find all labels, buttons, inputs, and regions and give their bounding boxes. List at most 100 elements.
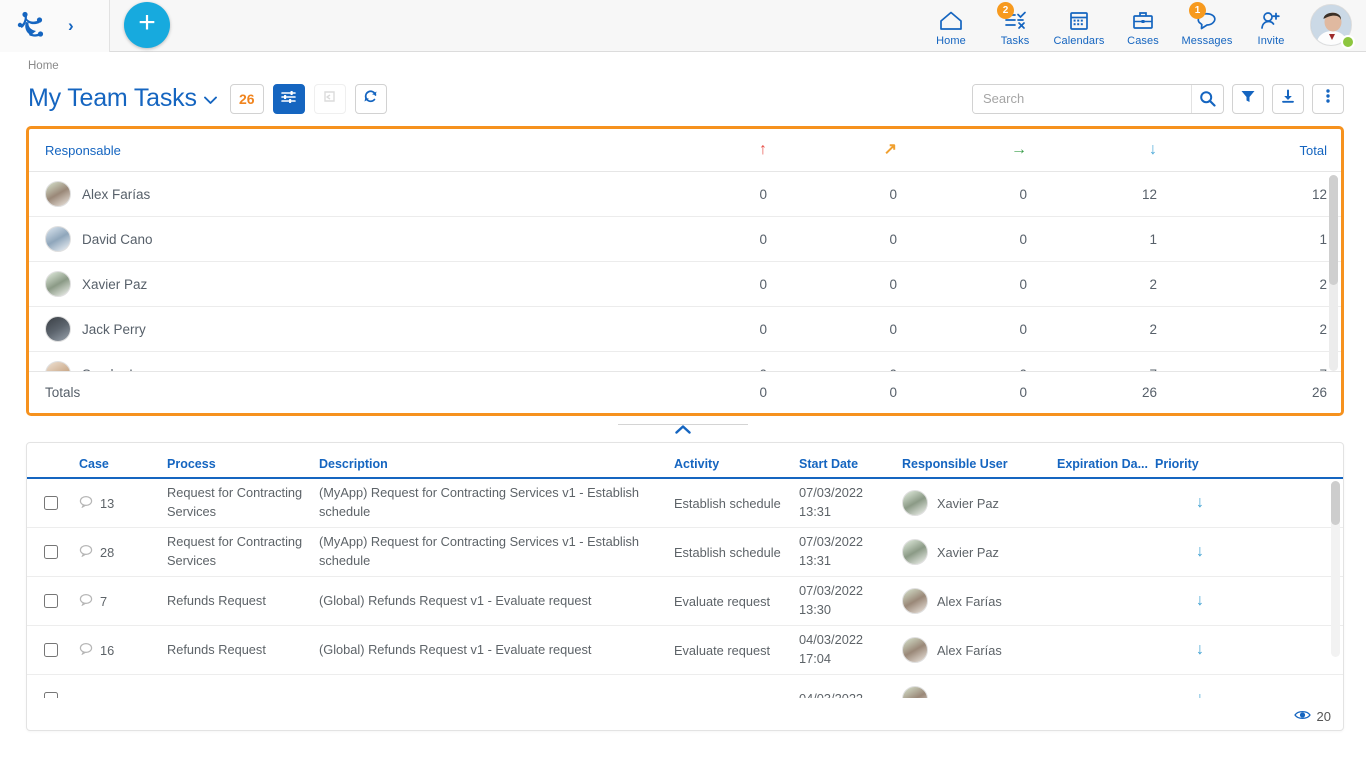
user-avatar[interactable]: [1310, 4, 1356, 50]
description-cell: (MyApp) Request for Contracting Services…: [319, 533, 674, 570]
arrow-down-blue-icon: ↓: [1149, 142, 1157, 158]
create-new-button[interactable]: +: [124, 2, 170, 48]
task-list-scrollbar-thumb[interactable]: [1331, 481, 1340, 525]
nav-item-invite[interactable]: Invite: [1240, 2, 1302, 47]
row-checkbox-cell[interactable]: [27, 692, 75, 698]
summary-col-high[interactable]: ↗: [767, 142, 897, 158]
breadcrumb[interactable]: Home: [0, 52, 1366, 72]
table-row[interactable]: 7 Refunds Request (Global) Refunds Reque…: [27, 577, 1343, 626]
avatar: [902, 490, 928, 516]
row-checkbox-cell[interactable]: [27, 643, 75, 657]
table-row[interactable]: 28 Request for Contracting Services (MyA…: [27, 528, 1343, 577]
more-options-button[interactable]: [1312, 84, 1344, 114]
search-input[interactable]: [973, 85, 1191, 113]
sliders-icon: [280, 89, 297, 109]
responsable-name: David Cano: [82, 232, 153, 247]
priority-cell: ↓: [1155, 494, 1245, 512]
download-icon: [1280, 89, 1296, 109]
case-id: 7: [100, 594, 107, 609]
start-date: 07/03/2022: [799, 533, 902, 552]
row-checkbox[interactable]: [44, 545, 58, 559]
table-row[interactable]: Xavier Paz 0 0 0 2 2: [29, 262, 1341, 307]
cell-normal: 0: [897, 187, 1027, 202]
col-responsible-user[interactable]: Responsible User: [902, 457, 1057, 471]
col-priority[interactable]: Priority: [1155, 457, 1245, 471]
refresh-button[interactable]: [355, 84, 387, 114]
avatar: [902, 637, 928, 663]
priority-cell: ↓: [1155, 592, 1245, 610]
row-checkbox[interactable]: [44, 496, 58, 510]
col-description[interactable]: Description: [319, 457, 674, 471]
nav-item-cases[interactable]: Cases: [1112, 2, 1174, 47]
search-button[interactable]: [1191, 84, 1223, 114]
cell-urgent: 0: [637, 187, 767, 202]
table-row[interactable]: Jack Perry 0 0 0 2 2: [29, 307, 1341, 352]
summary-header-row: Responsable ↑ ↗ → ↓ Total: [29, 129, 1341, 172]
summary-col-low[interactable]: ↓: [1027, 142, 1157, 158]
bizagi-logo-icon[interactable]: [14, 9, 48, 43]
table-row[interactable]: 04/03/2022 ↓: [27, 675, 1343, 698]
nav-item-calendars[interactable]: Calendars: [1048, 2, 1110, 47]
process-cell: Refunds Request: [167, 641, 319, 660]
summary-col-urgent[interactable]: ↑: [637, 142, 767, 158]
start-time: 13:30: [799, 601, 902, 620]
filter-settings-button[interactable]: [273, 84, 305, 114]
export-button[interactable]: [1272, 84, 1304, 114]
table-row[interactable]: David Cano 0 0 0 1 1: [29, 217, 1341, 262]
cell-high: 0: [767, 187, 897, 202]
table-row[interactable]: 13 Request for Contracting Services (MyA…: [27, 479, 1343, 528]
col-process[interactable]: Process: [167, 457, 319, 471]
cell-total: 12: [1157, 187, 1341, 202]
undo-button[interactable]: [314, 84, 346, 114]
totals-total: 26: [1157, 385, 1341, 400]
table-row[interactable]: 16 Refunds Request (Global) Refunds Requ…: [27, 626, 1343, 675]
nav-item-home[interactable]: Home: [920, 2, 982, 47]
home-icon: [938, 7, 964, 33]
funnel-icon: [1240, 89, 1256, 109]
summary-scrollbar-thumb[interactable]: [1329, 175, 1338, 285]
totals-low: 26: [1027, 385, 1157, 400]
collapse-bar: [0, 420, 1366, 442]
nav-item-messages[interactable]: 1 Messages: [1176, 2, 1238, 47]
arrow-down-blue-icon: ↓: [1196, 690, 1204, 698]
col-expiration-date[interactable]: Expiration Da...: [1057, 457, 1155, 471]
summary-scrollbar[interactable]: [1329, 175, 1338, 371]
task-list-scrollbar[interactable]: [1331, 481, 1340, 657]
start-time: 17:04: [799, 650, 902, 669]
page-header-row: My Team Tasks 26: [0, 72, 1366, 120]
calendar-icon: [1066, 7, 1092, 33]
avatar: [902, 686, 928, 698]
row-checkbox-cell[interactable]: [27, 594, 75, 608]
row-checkbox-cell[interactable]: [27, 545, 75, 559]
cell-low: 2: [1027, 322, 1157, 337]
avatar: [45, 226, 71, 252]
summary-col-total[interactable]: Total: [1157, 143, 1341, 158]
col-activity[interactable]: Activity: [674, 457, 799, 471]
process-cell: Request for Contracting Services: [167, 533, 319, 570]
col-start-date[interactable]: Start Date: [799, 457, 902, 471]
start-time: 13:31: [799, 552, 902, 571]
chevron-up-icon[interactable]: [675, 422, 691, 436]
sidebar-expand-icon[interactable]: ›: [68, 16, 74, 36]
filter-button[interactable]: [1232, 84, 1264, 114]
collapse-handle[interactable]: [618, 420, 748, 442]
responsable-name: Xavier Paz: [82, 277, 147, 292]
summary-col-normal[interactable]: →: [897, 142, 1027, 158]
summary-col-responsable[interactable]: Responsable: [37, 143, 637, 158]
summary-responsable-cell: Xavier Paz: [37, 271, 637, 297]
nav-item-tasks[interactable]: 2 Tasks: [984, 2, 1046, 47]
col-case[interactable]: Case: [75, 457, 167, 471]
logo-zone: ›: [0, 0, 110, 52]
case-cell[interactable]: 7: [75, 593, 167, 609]
table-row[interactable]: Alex Farías 0 0 0 12 12: [29, 172, 1341, 217]
chevron-down-icon[interactable]: [204, 92, 217, 109]
case-cell[interactable]: 28: [75, 544, 167, 560]
row-checkbox[interactable]: [44, 692, 58, 698]
activity-cell: Establish schedule: [674, 545, 799, 560]
totals-normal: 0: [897, 385, 1027, 400]
row-checkbox-cell[interactable]: [27, 496, 75, 510]
row-checkbox[interactable]: [44, 594, 58, 608]
case-cell[interactable]: 13: [75, 495, 167, 511]
row-checkbox[interactable]: [44, 643, 58, 657]
case-cell[interactable]: 16: [75, 642, 167, 658]
